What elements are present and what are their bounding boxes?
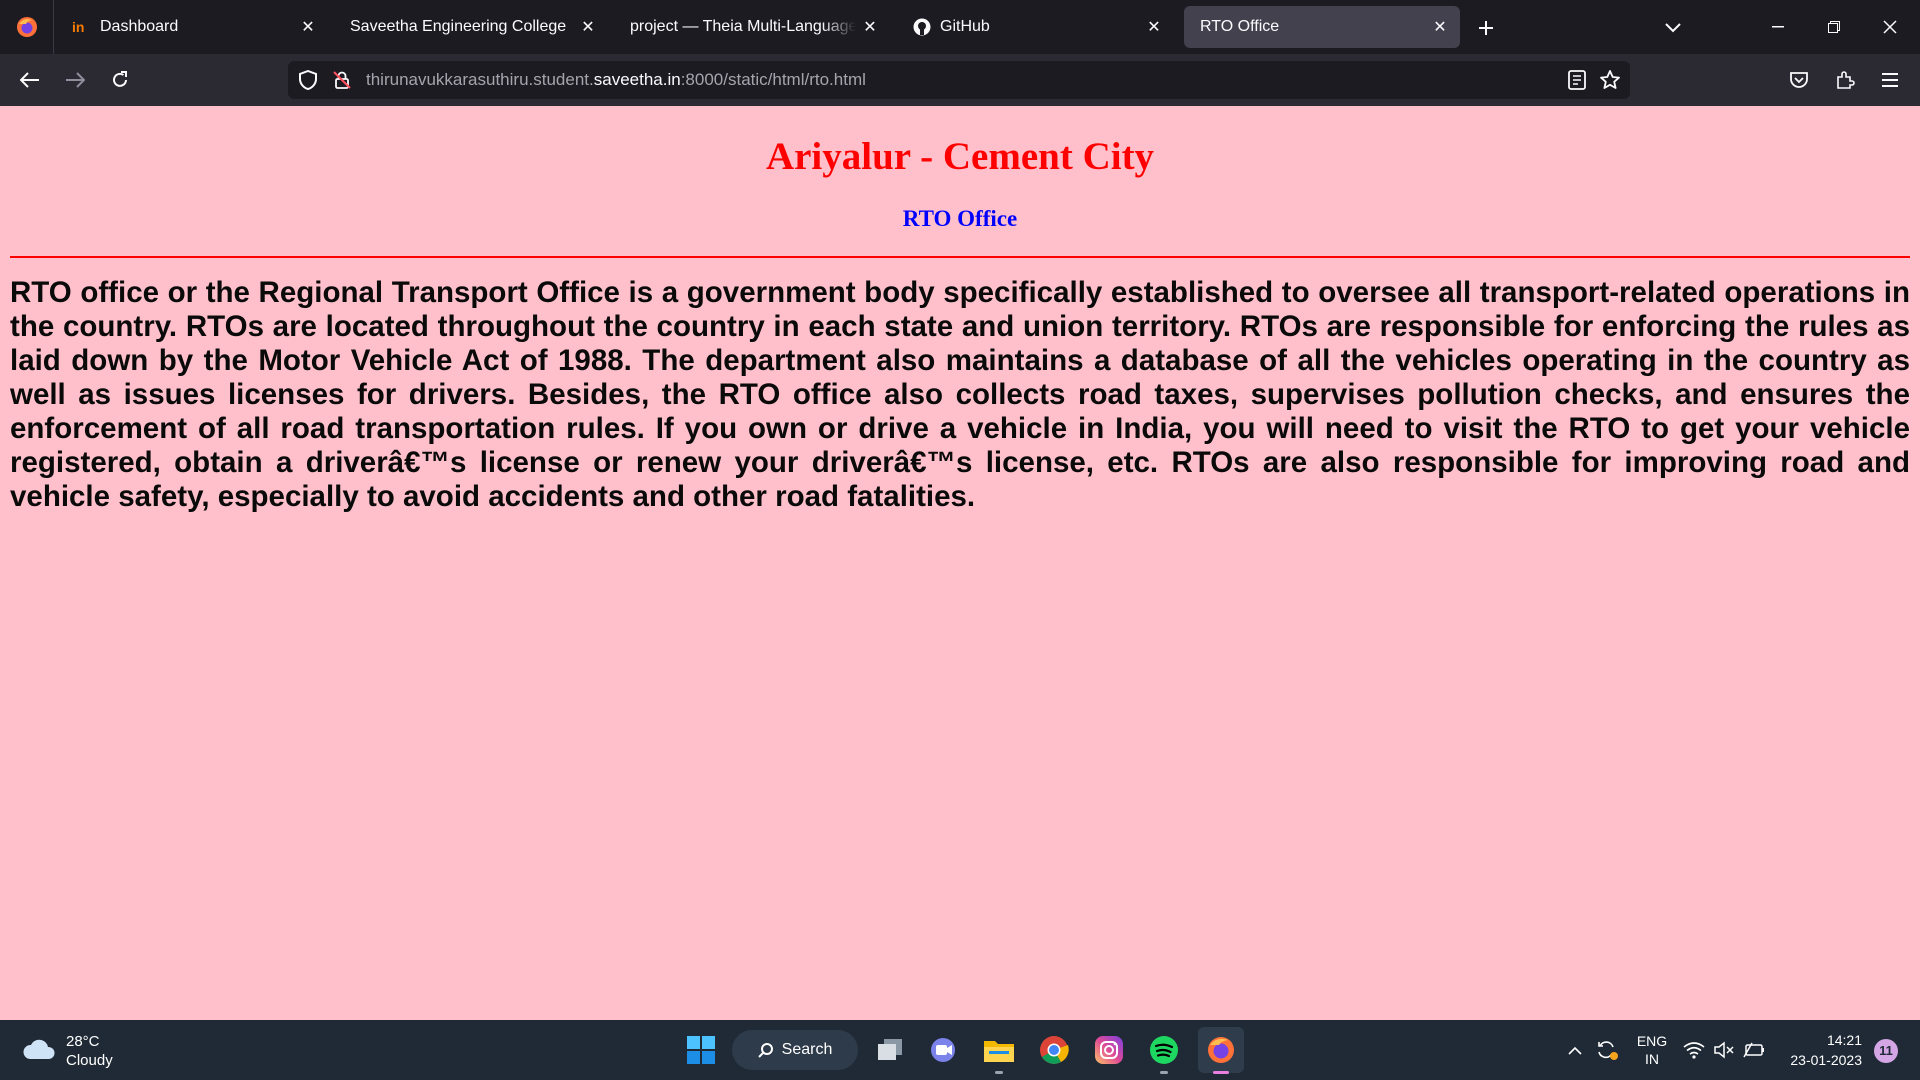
tab-saveetha[interactable]: Saveetha Engineering College ✕ [334,6,608,48]
tab-label: project — Theia Multi-Language Ex [630,18,856,35]
minimize-button[interactable] [1750,0,1806,54]
instagram-icon[interactable] [1089,1032,1129,1068]
start-button[interactable] [681,1032,721,1068]
firefox-menu-icon[interactable] [0,0,54,54]
new-tab-button[interactable] [1471,13,1501,43]
weather-widget[interactable]: 28°C Cloudy [22,1032,113,1070]
lang-line1: ENG [1636,1033,1668,1049]
navigation-toolbar: thirunavukkarasuthiru.student.saveetha.i… [0,54,1920,106]
close-tab-icon[interactable]: ✕ [294,13,322,41]
tab-strip: in Dashboard ✕ Saveetha Engineering Coll… [0,0,1920,54]
tab-rto-office[interactable]: RTO Office ✕ [1184,6,1460,48]
close-tab-icon[interactable]: ✕ [856,13,884,41]
web-page-content: Ariyalur - Cement City RTO Office RTO of… [0,106,1920,1020]
reload-button[interactable] [102,62,138,98]
weather-temp: 28°C [66,1033,100,1050]
lang-line2: IN [1645,1051,1659,1067]
page-heading: Ariyalur - Cement City [765,135,1155,178]
file-explorer-icon[interactable] [979,1032,1019,1074]
system-clock[interactable]: 14:21 23-01-2023 [1778,1030,1862,1070]
language-indicator[interactable]: ENG IN [1632,1032,1672,1068]
tab-label: RTO Office [1200,18,1280,35]
firefox-taskbar-icon[interactable] [1198,1027,1244,1074]
svg-text:in: in [72,20,84,34]
tracking-protection-shield-icon[interactable] [298,69,318,91]
close-window-button[interactable] [1862,0,1918,54]
restore-button[interactable] [1806,0,1862,54]
sync-update-icon[interactable] [1588,1032,1626,1068]
spotify-icon[interactable] [1144,1032,1184,1074]
url-text[interactable]: thirunavukkarasuthiru.student.saveetha.i… [366,61,866,99]
url-prefix: thirunavukkarasuthiru.student. [366,70,594,89]
tab-project-theia[interactable]: project — Theia Multi-Language Ex ✕ [614,6,890,48]
close-tab-icon[interactable]: ✕ [574,13,602,41]
forward-button[interactable] [57,62,93,98]
active-indicator [1213,1071,1229,1074]
search-label: Search [781,1041,833,1058]
page-subheading: RTO Office [902,206,1018,231]
close-tab-icon[interactable]: ✕ [1426,13,1454,41]
url-domain: saveetha.in [593,70,681,89]
cloud-icon [22,1037,56,1066]
extensions-icon[interactable] [1827,62,1863,98]
clock-time: 14:21 [1826,1032,1862,1048]
hamburger-menu-icon[interactable] [1872,62,1908,98]
page-body-paragraph: RTO office or the Regional Transport Off… [10,276,1910,513]
tab-label: GitHub [940,18,990,35]
running-indicator [1160,1071,1168,1074]
taskbar-search-button[interactable]: Search [732,1030,858,1070]
teams-chat-icon[interactable] [924,1032,964,1068]
in-icon: in [72,18,92,36]
chrome-icon[interactable] [1034,1032,1074,1068]
tab-github[interactable]: GitHub ✕ [896,6,1174,48]
pocket-icon[interactable] [1781,62,1817,98]
task-view-icon[interactable] [870,1032,910,1068]
running-indicator [995,1071,1003,1074]
tab-dashboard[interactable]: in Dashboard ✕ [56,6,328,48]
weather-desc: Cloudy [66,1052,113,1069]
close-tab-icon[interactable]: ✕ [1140,13,1168,41]
list-all-tabs-icon[interactable] [1658,13,1688,43]
tab-label: Saveetha Engineering College [350,18,567,35]
back-button[interactable] [12,62,48,98]
insecure-lock-icon[interactable] [332,70,352,90]
battery-icon[interactable] [1736,1032,1772,1068]
reader-view-icon[interactable] [1566,69,1588,91]
search-icon [757,1043,773,1058]
github-icon [912,18,932,36]
notification-count-badge[interactable]: 11 [1874,1039,1898,1063]
tab-label: Dashboard [100,18,179,35]
url-suffix: :8000/static/html/rto.html [680,70,866,89]
windows-taskbar: 28°C Cloudy Search ENG IN 14:21 23-01-20… [0,1020,1920,1080]
horizontal-rule [10,256,1910,258]
address-bar[interactable]: thirunavukkarasuthiru.student.saveetha.i… [288,61,1630,99]
clock-date: 23-01-2023 [1790,1052,1862,1068]
bookmark-star-icon[interactable] [1599,69,1621,91]
